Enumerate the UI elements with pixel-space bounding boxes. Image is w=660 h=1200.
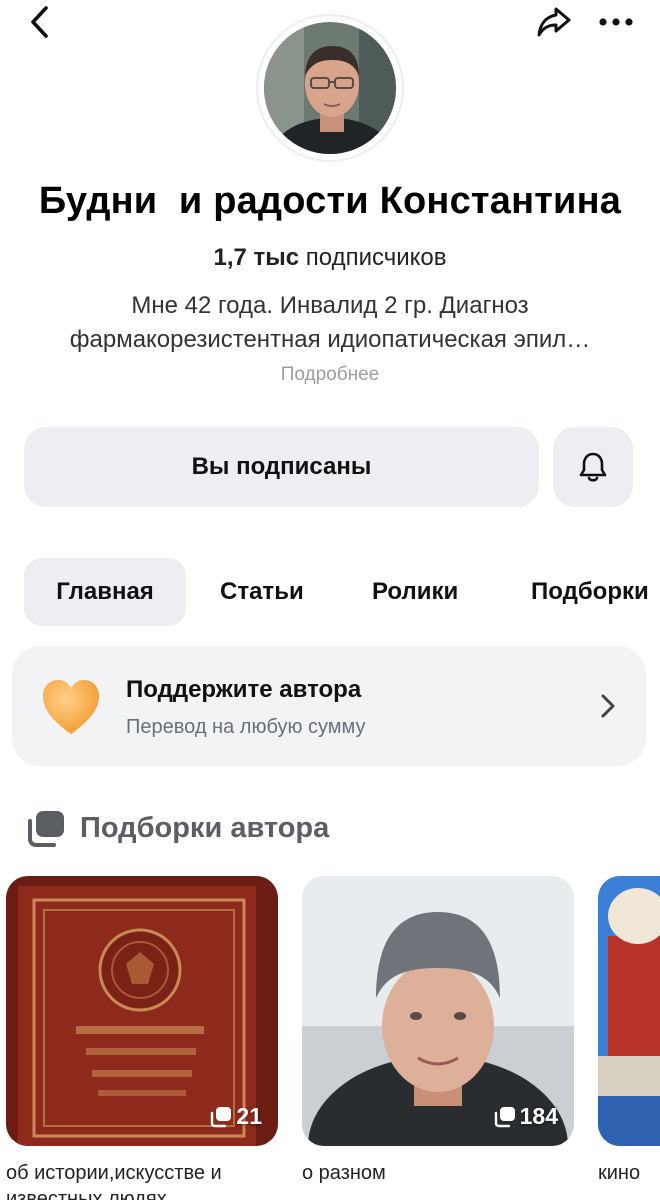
tab-videos[interactable]: Ролики [372,558,458,626]
collection-count-value: 21 [236,1103,262,1129]
collection-count-icon [211,1106,232,1127]
collection-count-icon [494,1106,515,1127]
subscribers-number: 1,7 тыс [213,244,300,271]
back-icon [31,6,48,38]
channel-description: Мне 42 года. Инвалид 2 гр. Диагноз фарма… [69,292,591,353]
support-title: Поддержите автора [126,676,362,703]
collection-label[interactable]: кино [598,1160,660,1186]
notifications-button[interactable] [553,427,633,507]
heart-icon [43,680,99,734]
subscribers-count: 1,7 тыс подписчиков [0,244,660,272]
collection-card[interactable]: 21 [6,876,278,1146]
subscribed-button[interactable]: Вы подписаны [24,427,539,507]
share-icon [537,7,571,37]
subscribers-label: подписчиков [299,244,447,271]
more-button[interactable] [594,2,638,42]
back-button[interactable] [20,2,60,42]
support-author-card[interactable]: Поддержите автора Перевод на любую сумму [12,646,646,766]
support-subtitle: Перевод на любую сумму [126,716,366,738]
channel-title: Будни и радости Константина [38,180,622,222]
collection-card[interactable]: 184 [302,876,574,1146]
collection-count: 21 [210,1103,262,1130]
collection-card[interactable] [598,876,660,1146]
collection-count-value: 184 [519,1103,558,1129]
section-title: Подборки автора [80,811,330,844]
more-icon [599,18,633,26]
collection-label[interactable]: о разном [302,1160,574,1186]
more-link[interactable]: Подробнее [0,364,660,386]
collections-section-header: Подборки автора [26,808,329,848]
tab-main[interactable]: Главная [24,558,186,626]
collection-label[interactable]: об истории,искусстве и известных людях [6,1160,278,1200]
avatar-image [264,22,396,154]
channel-tabs: Главная Статьи Ролики Подборки [0,558,660,626]
tab-articles[interactable]: Статьи [220,558,304,626]
tab-collections[interactable]: Подборки [531,558,649,626]
chevron-right-icon [601,694,615,718]
collection-count: 184 [494,1103,558,1130]
channel-avatar[interactable] [256,14,404,162]
collection-image [598,876,660,1146]
share-button[interactable] [532,2,576,42]
bell-icon [579,452,607,482]
collection-icon [28,811,64,847]
